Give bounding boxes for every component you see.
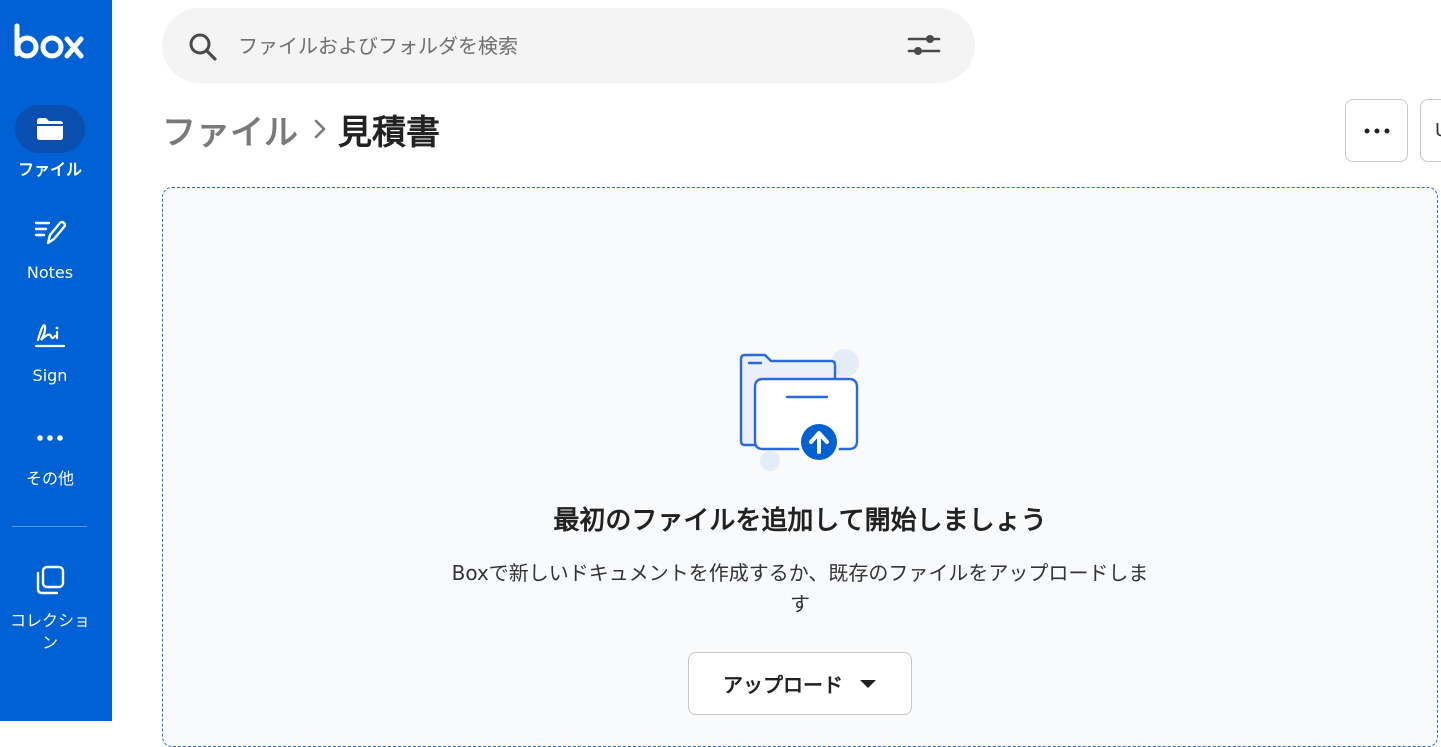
notes-icon — [34, 220, 67, 245]
chevron-right-icon — [312, 116, 328, 142]
sidebar-item-label: Notes — [26, 263, 74, 282]
breadcrumb: ファイル 見積書 — [162, 105, 440, 154]
sidebar-item-label: ファイル — [17, 160, 82, 179]
sidebar-item-label: Sign — [32, 366, 68, 385]
filter-settings-icon[interactable] — [907, 32, 941, 58]
sidebar-item-files[interactable]: ファイル — [0, 105, 100, 181]
caret-down-icon — [859, 679, 877, 689]
breadcrumb-current: 見積書 — [338, 112, 440, 153]
folder-icon-wrap — [15, 105, 85, 153]
toolbar-button-label: U — [1435, 120, 1441, 141]
upload-button-label: アップロード — [723, 673, 843, 697]
folder-upload-illustration-icon — [739, 349, 859, 471]
search-input[interactable] — [238, 26, 858, 66]
search-bar — [162, 8, 975, 83]
collections-icon — [36, 565, 65, 595]
sidebar-item-label: コレクション — [10, 611, 91, 652]
search-icon — [189, 33, 217, 61]
more-horizontal-icon — [1364, 128, 1389, 133]
sign-icon — [34, 324, 66, 348]
sidebar-divider — [12, 526, 87, 527]
breadcrumb-root[interactable]: ファイル — [162, 105, 298, 154]
more-options-button[interactable] — [1345, 99, 1408, 162]
box-logo[interactable] — [13, 20, 85, 64]
empty-state-title: 最初のファイルを追加して開始しましょう — [553, 506, 1047, 536]
folder-icon — [37, 118, 63, 140]
sidebar-item-sign[interactable]: Sign — [0, 311, 100, 387]
sidebar-item-notes[interactable]: Notes — [0, 208, 100, 284]
sidebar-item-collections[interactable]: コレクション — [0, 556, 100, 654]
sidebar-item-more[interactable]: その他 — [0, 414, 100, 490]
empty-state-description: Boxで新しいドキュメントを作成するか、既存のファイルをアップロードします — [451, 561, 1149, 616]
sidebar-item-label: その他 — [25, 469, 74, 488]
toolbar-button-partial[interactable]: U — [1420, 99, 1441, 162]
sidebar: ファイル Notes Sign その他 コレクション — [0, 0, 112, 721]
upload-button[interactable]: アップロード — [688, 652, 912, 715]
more-horizontal-icon — [37, 435, 63, 441]
